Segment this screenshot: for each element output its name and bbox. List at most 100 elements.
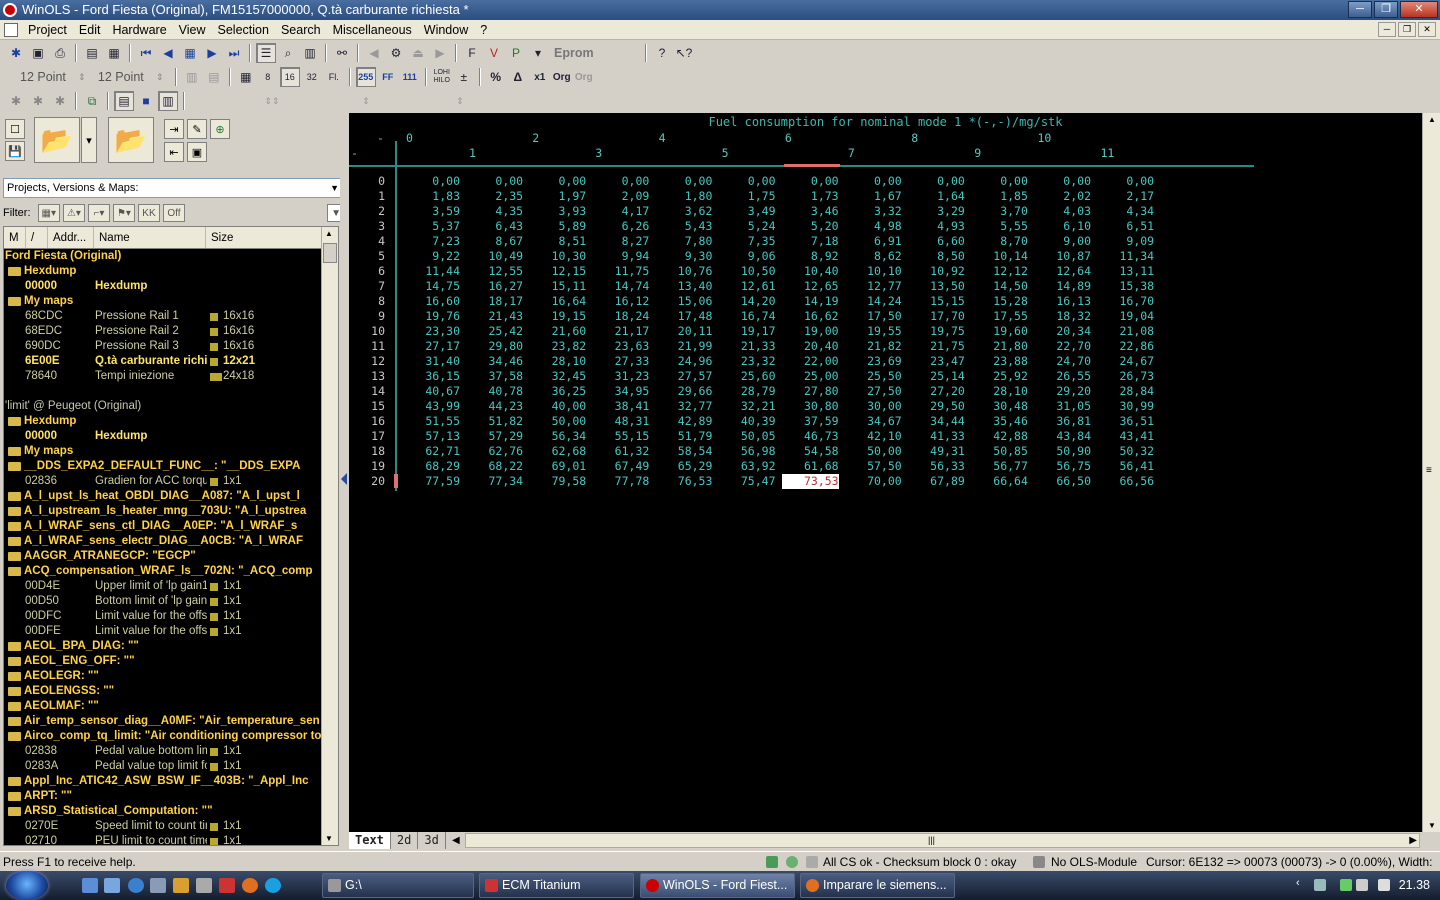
map-cell[interactable]: 19,55 bbox=[842, 324, 902, 339]
map-cell[interactable]: 68,29 bbox=[400, 459, 460, 474]
map-cell[interactable]: 19,75 bbox=[905, 324, 965, 339]
map-cell-selected[interactable]: 73,53 bbox=[781, 474, 839, 489]
map-cell[interactable]: 34,46 bbox=[463, 354, 523, 369]
tree-folder[interactable]: AEOL_BPA_DIAG: "" bbox=[4, 639, 322, 654]
next-map-icon[interactable]: ▶ bbox=[202, 43, 222, 63]
map-cell[interactable]: 25,42 bbox=[463, 324, 523, 339]
map-cell[interactable]: 0,00 bbox=[716, 174, 776, 189]
map-cell[interactable]: 40,00 bbox=[526, 399, 587, 414]
filter-tag-button[interactable]: ⚑▾ bbox=[112, 204, 135, 222]
tab-3d[interactable]: 3d bbox=[418, 832, 446, 849]
original-diff-button[interactable]: Org bbox=[574, 67, 594, 87]
map-cell[interactable]: 6,60 bbox=[905, 234, 965, 249]
firefox-icon[interactable] bbox=[242, 878, 258, 893]
map-cell[interactable]: 2,17 bbox=[1094, 189, 1154, 204]
col-name[interactable]: Name bbox=[94, 227, 206, 248]
eprom-label[interactable]: Eprom bbox=[550, 46, 640, 60]
map-cell[interactable]: 58,54 bbox=[652, 444, 713, 459]
calculator-icon[interactable] bbox=[196, 878, 212, 893]
percent-button[interactable]: % bbox=[486, 67, 506, 87]
tree-folder[interactable]: Hexdump bbox=[4, 264, 322, 279]
map-cell[interactable]: 13,50 bbox=[905, 279, 965, 294]
map-cell[interactable]: 26,73 bbox=[1094, 369, 1154, 384]
tool-3-icon[interactable]: ✱ bbox=[50, 91, 70, 111]
map-cell[interactable]: 29,80 bbox=[463, 339, 523, 354]
map-cell[interactable]: 11,44 bbox=[400, 264, 460, 279]
map-cell[interactable]: 9,30 bbox=[652, 249, 713, 264]
map-cell[interactable]: 16,62 bbox=[779, 309, 839, 324]
map-cell[interactable]: 36,15 bbox=[400, 369, 460, 384]
map-cell[interactable]: 14,74 bbox=[589, 279, 650, 294]
tree-folder[interactable]: AEOLMAF: "" bbox=[4, 699, 322, 714]
factor-button[interactable]: x1 bbox=[530, 67, 550, 87]
map-cell[interactable]: 0,00 bbox=[1031, 174, 1091, 189]
map-cell[interactable]: 22,00 bbox=[779, 354, 839, 369]
map-cell[interactable]: 7,23 bbox=[400, 234, 460, 249]
map-cell[interactable]: 19,04 bbox=[1094, 309, 1154, 324]
map-cell[interactable]: 3,59 bbox=[400, 204, 460, 219]
map-cell[interactable]: 30,48 bbox=[968, 399, 1028, 414]
map-cell[interactable]: 67,49 bbox=[589, 459, 650, 474]
map-cell[interactable]: 1,75 bbox=[716, 189, 776, 204]
map-cell[interactable]: 6,91 bbox=[842, 234, 902, 249]
map-cell[interactable]: 7,35 bbox=[716, 234, 776, 249]
map-cell[interactable]: 10,76 bbox=[652, 264, 713, 279]
map-cell[interactable]: 5,55 bbox=[968, 219, 1028, 234]
map-cell[interactable]: 62,71 bbox=[400, 444, 460, 459]
tool-1-icon[interactable]: ✱ bbox=[6, 91, 26, 111]
import-icon[interactable]: ⇥ bbox=[164, 119, 184, 139]
map-cell[interactable]: 34,95 bbox=[589, 384, 650, 399]
map-cell[interactable]: 1,85 bbox=[968, 189, 1028, 204]
tray-volume-icon[interactable] bbox=[1378, 879, 1390, 891]
map-cell[interactable]: 5,89 bbox=[526, 219, 586, 234]
map-cell[interactable]: 16,12 bbox=[589, 294, 650, 309]
menu-hardware[interactable]: Hardware bbox=[106, 20, 172, 40]
hexdump-icon[interactable]: ▥ bbox=[300, 43, 320, 63]
map-cell[interactable]: 10,40 bbox=[779, 264, 839, 279]
map-cell[interactable]: 21,75 bbox=[905, 339, 965, 354]
map-cell[interactable]: 69,01 bbox=[526, 459, 587, 474]
map-cell[interactable]: 50,90 bbox=[1031, 444, 1091, 459]
scroll-right-icon[interactable]: ▶ bbox=[1409, 834, 1417, 847]
tray-expand-icon[interactable]: ‹ bbox=[1296, 877, 1308, 889]
map-cell[interactable]: 0,00 bbox=[652, 174, 713, 189]
map-cell[interactable]: 9,09 bbox=[1094, 234, 1154, 249]
spin-1-icon[interactable]: ⇕⇕ bbox=[262, 91, 282, 111]
map-cell[interactable]: 9,06 bbox=[716, 249, 776, 264]
tree-map-item[interactable]: 0283A Pedal value top limit for 1x1 bbox=[4, 759, 322, 774]
map-cell[interactable]: 3,70 bbox=[968, 204, 1028, 219]
map-cell[interactable]: 8,62 bbox=[842, 249, 902, 264]
map-cell[interactable]: 4,03 bbox=[1031, 204, 1091, 219]
map-cell[interactable]: 16,27 bbox=[463, 279, 523, 294]
map-cell[interactable]: 12,61 bbox=[716, 279, 776, 294]
map-cell[interactable]: 12,77 bbox=[842, 279, 902, 294]
map-cell[interactable]: 15,06 bbox=[652, 294, 713, 309]
tree-map-item[interactable]: 68CDC Pressione Rail 1 16x16 bbox=[4, 309, 322, 324]
map-cell[interactable]: 22,70 bbox=[1031, 339, 1091, 354]
map-cell[interactable]: 28,10 bbox=[968, 384, 1028, 399]
map-cell[interactable]: 23,47 bbox=[905, 354, 965, 369]
layout-3-icon[interactable]: ▥ bbox=[158, 91, 178, 111]
window-icon[interactable]: ▤ bbox=[82, 43, 102, 63]
map-cell[interactable]: 50,00 bbox=[526, 414, 587, 429]
map-cell[interactable]: 8,51 bbox=[526, 234, 586, 249]
map-cell[interactable]: 8,27 bbox=[589, 234, 650, 249]
map-cell[interactable]: 6,43 bbox=[463, 219, 523, 234]
tree-folder[interactable]: Air_temp_sensor_diag__A0MF: "Air_tempera… bbox=[4, 714, 322, 729]
bits-32-button[interactable]: 32 bbox=[302, 67, 322, 87]
map-cell[interactable]: 12,65 bbox=[779, 279, 839, 294]
map-cell[interactable]: 54,58 bbox=[779, 444, 839, 459]
map-cell[interactable]: 31,23 bbox=[589, 369, 650, 384]
ie-icon[interactable] bbox=[128, 878, 144, 893]
map-cell[interactable]: 43,41 bbox=[1094, 429, 1154, 444]
map-cell[interactable]: 3,49 bbox=[716, 204, 776, 219]
tree-map-item[interactable]: 02838 Pedal value bottom limit 1x1 bbox=[4, 744, 322, 759]
menu-window[interactable]: Window bbox=[418, 20, 474, 40]
tree-folder[interactable]: Appl_Inc_ATIC42_ASW_BSW_IF__403B: "_Appl… bbox=[4, 774, 322, 789]
map-cell[interactable]: 29,20 bbox=[1031, 384, 1091, 399]
font-size-select-1[interactable]: 12 Point bbox=[16, 70, 70, 84]
map-cell[interactable]: 7,80 bbox=[652, 234, 713, 249]
last-map-icon[interactable]: ⏭ bbox=[224, 43, 244, 63]
map-cell[interactable]: 0,00 bbox=[526, 174, 586, 189]
tree-folder[interactable]: AEOLEGR: "" bbox=[4, 669, 322, 684]
